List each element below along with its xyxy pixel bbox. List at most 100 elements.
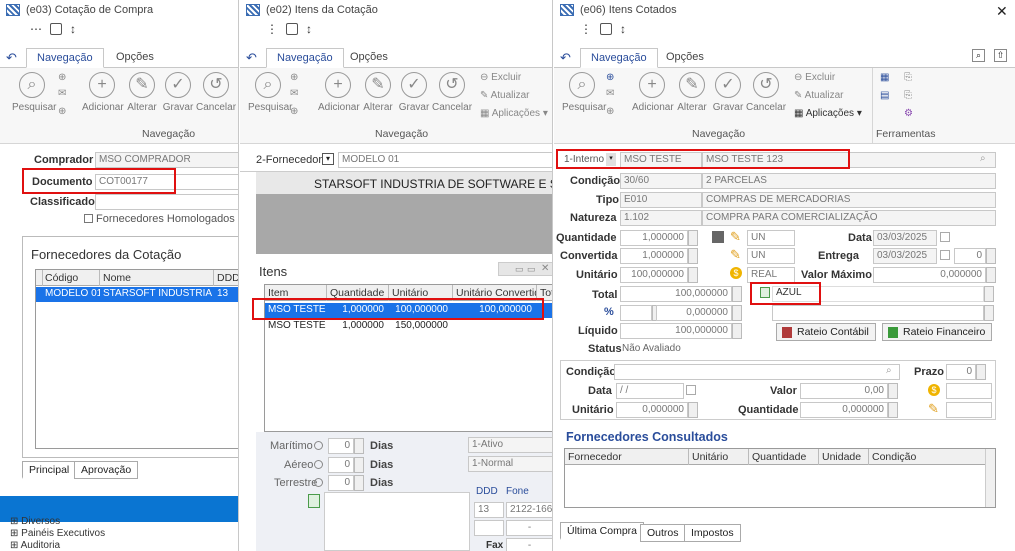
condicao-desc-field[interactable]: 2 PARCELAS xyxy=(702,173,996,189)
p-moeda-field[interactable] xyxy=(946,383,992,399)
alterar-button[interactable]: ✎ Alterar xyxy=(122,72,162,113)
tab-principal[interactable]: Principal xyxy=(22,461,77,479)
more-icon[interactable]: ⋮ xyxy=(580,22,592,36)
tab-navegacao[interactable]: Navegação xyxy=(266,48,344,68)
p-quantidade-spinner[interactable] xyxy=(888,402,898,418)
tree-item-auditoria[interactable]: ⊞ Auditoria xyxy=(10,540,60,551)
aereo-field[interactable]: 0 xyxy=(328,457,354,473)
aereo-radio[interactable] xyxy=(314,460,323,469)
terrestre-spinner[interactable] xyxy=(354,475,364,491)
more-icon[interactable]: ⋮ xyxy=(266,22,278,36)
download-icon[interactable]: ⊕ xyxy=(58,72,66,83)
tool-copy-icon[interactable]: ⎘ xyxy=(904,72,912,83)
calendar-icon[interactable] xyxy=(940,232,950,242)
p-data-field[interactable]: / / xyxy=(616,383,684,399)
doc-icon[interactable]: ▭ xyxy=(515,264,524,275)
tipo-code-field[interactable]: E010 xyxy=(620,192,702,208)
aereo-spinner[interactable] xyxy=(354,457,364,473)
coin-icon[interactable]: $ xyxy=(730,267,742,279)
rateio-financeiro-button[interactable]: Rateio Financeiro xyxy=(882,323,993,341)
square-icon[interactable] xyxy=(712,231,724,243)
adicionar-button[interactable]: + Adicionar xyxy=(632,72,674,113)
ddd2-field[interactable] xyxy=(474,520,504,536)
p-prazo-field[interactable]: 0 xyxy=(946,364,976,380)
fax-field[interactable]: - xyxy=(506,538,552,551)
situacao-field[interactable]: 1-Ativo xyxy=(468,437,552,453)
desconto-pct-field[interactable] xyxy=(620,305,652,321)
tab-opcoes[interactable]: Opções xyxy=(656,48,714,68)
entrega-field[interactable]: 03/03/2025 xyxy=(873,248,937,264)
col-nome[interactable]: Nome xyxy=(100,270,214,286)
mail-icon[interactable]: ✉ xyxy=(606,88,614,99)
cancelar-button[interactable]: ↺ Cancelar xyxy=(746,72,786,113)
comprador-field[interactable]: MSO COMPRADOR xyxy=(95,152,238,168)
tool-settings-icon[interactable]: ⚙ xyxy=(904,108,913,119)
convertida-spinner[interactable] xyxy=(688,248,698,264)
maritimo-radio[interactable] xyxy=(314,441,323,450)
upload-icon[interactable]: ⊕ xyxy=(290,106,298,117)
tipo-desc-field[interactable]: COMPRAS DE MERCADORIAS xyxy=(702,192,996,208)
unitario-field[interactable]: 100,000000 xyxy=(620,267,688,283)
moeda-field[interactable]: REAL xyxy=(747,267,795,283)
download-icon[interactable]: ⊕ xyxy=(290,72,298,83)
alterar-button[interactable]: ✎ Alterar xyxy=(358,72,398,113)
search-small-icon[interactable]: ⌕ xyxy=(972,49,985,62)
desconto-field[interactable]: 0,000000 xyxy=(656,305,732,321)
tab-navegacao[interactable]: Navegação xyxy=(26,48,104,68)
tab-navegacao[interactable]: Navegação xyxy=(580,48,658,68)
percent-icon[interactable]: % xyxy=(604,306,614,318)
pencil-icon[interactable]: ✎ xyxy=(730,247,741,263)
data-field[interactable]: 03/03/2025 xyxy=(873,230,937,246)
entrega-spinner[interactable] xyxy=(986,248,996,264)
sort-icon[interactable]: ↕ xyxy=(70,22,76,36)
atualizar-button[interactable]: ✎ Atualizar xyxy=(480,90,530,101)
cor-spinner[interactable] xyxy=(984,286,994,302)
pencil-icon[interactable]: ✎ xyxy=(730,229,741,245)
p-valor-spinner[interactable] xyxy=(888,383,898,399)
entrega-dias-field[interactable]: 0 xyxy=(954,248,986,264)
fone2-field[interactable]: - xyxy=(506,520,552,536)
search-icon[interactable]: ⌕ xyxy=(886,365,892,376)
excluir-button[interactable]: ⊖ Excluir xyxy=(794,72,835,83)
copy-icon[interactable]: ▭ xyxy=(527,264,536,275)
p-un-field[interactable] xyxy=(946,402,992,418)
col-unitario[interactable]: Unitário xyxy=(689,449,749,465)
total-field[interactable]: 100,000000 xyxy=(620,286,732,302)
tab-opcoes[interactable]: Opções xyxy=(340,48,398,68)
calendar-icon[interactable] xyxy=(940,250,950,260)
cancelar-button[interactable]: ↺ Cancelar xyxy=(196,72,236,113)
pesquisar-button[interactable]: ⌕ Pesquisar xyxy=(12,72,56,113)
cancelar-button[interactable]: ↺ Cancelar xyxy=(432,72,472,113)
upload-icon[interactable]: ⊕ xyxy=(606,106,614,117)
calendar-icon[interactable] xyxy=(50,23,62,35)
tool-paste-icon[interactable]: ⎘ xyxy=(904,90,912,101)
coin-icon[interactable]: $ xyxy=(928,384,940,396)
natureza-desc-field[interactable]: COMPRA PARA COMERCIALIZAÇÃO xyxy=(702,210,996,226)
pesquisar-button[interactable]: ⌕ Pesquisar xyxy=(562,72,606,113)
natureza-code-field[interactable]: 1.102 xyxy=(620,210,702,226)
gravar-button[interactable]: ✓ Gravar xyxy=(708,72,748,113)
adicionar-button[interactable]: + Adicionar xyxy=(82,72,124,113)
maritimo-spinner[interactable] xyxy=(354,438,364,454)
adicionar-button[interactable]: + Adicionar xyxy=(318,72,360,113)
tool-grid-icon[interactable]: ▦ xyxy=(880,72,889,83)
sort-icon[interactable]: ↕ xyxy=(620,22,626,36)
tool-table-icon[interactable]: ▤ xyxy=(880,90,889,101)
expand-icon[interactable]: ⊞ xyxy=(10,540,21,551)
p-valor-field[interactable]: 0,00 xyxy=(800,383,888,399)
rateio-contabil-button[interactable]: Rateio Contábil xyxy=(776,323,876,341)
p-condicao-field[interactable] xyxy=(614,364,900,380)
terrestre-field[interactable]: 0 xyxy=(328,475,354,491)
col-condicao[interactable]: Condição xyxy=(869,449,987,465)
fone-field[interactable]: 2122-1666 xyxy=(506,502,552,518)
desconto-spinner[interactable] xyxy=(732,305,742,321)
frete-memo[interactable] xyxy=(324,492,470,551)
un1-field[interactable]: UN xyxy=(747,230,795,246)
tipo-field[interactable]: 1-Normal xyxy=(468,456,552,472)
expand-icon[interactable]: ⊞ xyxy=(10,528,21,539)
expand-icon[interactable]: ⊞ xyxy=(10,516,21,527)
tree-item-diversos[interactable]: ⊞ Diversos xyxy=(10,516,60,527)
condicao-code-field[interactable]: 30/60 xyxy=(620,173,702,189)
calendar-icon[interactable] xyxy=(600,23,612,35)
ddd-field[interactable]: 13 xyxy=(474,502,504,518)
